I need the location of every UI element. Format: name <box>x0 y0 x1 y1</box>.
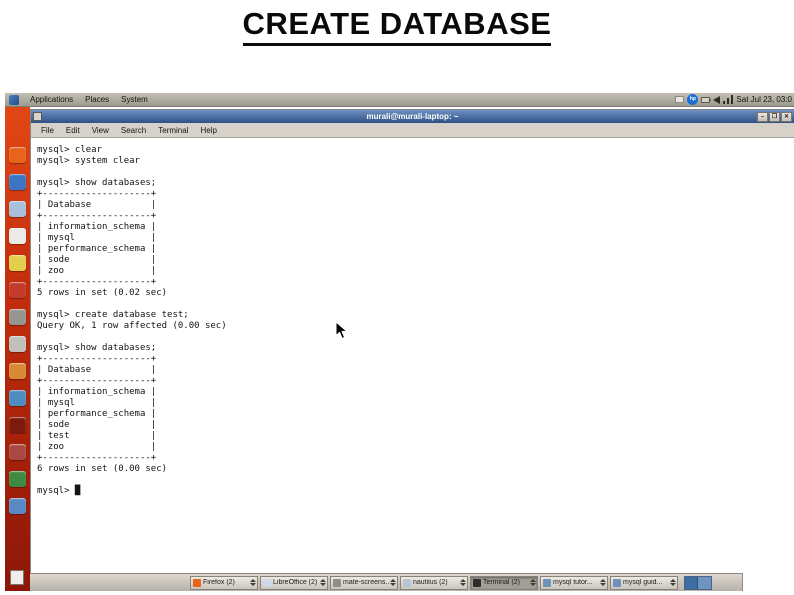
menu-system[interactable]: System <box>115 95 154 104</box>
taskbar-button-mysql-guide[interactable]: mysql guid... <box>610 575 678 590</box>
taskbar-label: mate-screens... <box>343 579 389 586</box>
media-player-icon[interactable] <box>9 282 26 298</box>
battery-icon[interactable] <box>701 96 712 103</box>
terminal-output: mysql> clear mysql> system clear mysql> … <box>37 145 227 496</box>
desktop-dock <box>5 107 30 591</box>
terminal-task-icon <box>473 578 481 587</box>
computer-icon[interactable] <box>9 309 26 325</box>
maximize-button[interactable]: ❐ <box>769 111 780 122</box>
terminal-menubar: File Edit View Search Terminal Help <box>31 123 794 138</box>
network-signal-icon[interactable] <box>723 95 734 104</box>
screenshot-task-icon <box>333 578 341 587</box>
terminal-app-icon[interactable] <box>9 471 26 487</box>
menu-help[interactable]: Help <box>194 126 222 135</box>
edit-note-icon[interactable] <box>9 255 26 271</box>
taskbar-button-terminal[interactable]: Terminal (2) <box>470 575 538 590</box>
close-button[interactable]: ✕ <box>781 111 792 122</box>
text-editor-icon[interactable] <box>9 498 26 514</box>
system-tray: hp Sat Jul 23, 03:0 <box>675 94 794 105</box>
page-title: CREATE DATABASE <box>0 6 794 46</box>
menu-applications[interactable]: Applications <box>24 95 79 104</box>
menu-search[interactable]: Search <box>115 126 152 135</box>
menu-edit[interactable]: Edit <box>60 126 86 135</box>
minimize-button[interactable]: – <box>757 111 768 122</box>
taskbar-button-nautilus[interactable]: nautilus (2) <box>400 575 468 590</box>
window-list: Firefox (2) LibreOffice (2) mate-screens… <box>190 575 680 590</box>
desktop-file-icon[interactable] <box>10 570 24 585</box>
window-group-arrows-icon[interactable] <box>670 579 676 586</box>
calculator-icon[interactable] <box>9 336 26 352</box>
titlebar[interactable]: murali@murali-laptop: ~ – ❐ ✕ <box>31 110 794 123</box>
document-icon[interactable] <box>9 228 26 244</box>
window-icon <box>33 112 42 121</box>
distro-logo-icon[interactable] <box>9 94 19 105</box>
window-group-arrows-icon[interactable] <box>600 579 606 586</box>
taskbar-button-screenshot[interactable]: mate-screens... <box>330 575 398 590</box>
window-title: murali@murali-laptop: ~ <box>366 112 459 121</box>
hp-logo-icon[interactable]: hp <box>687 94 699 105</box>
menu-file[interactable]: File <box>35 126 60 135</box>
window-group-arrows-icon[interactable] <box>250 579 256 586</box>
taskbar-label: Terminal (2) <box>483 579 520 586</box>
taskbar-label: Firefox (2) <box>203 579 235 586</box>
taskbar: Firefox (2) LibreOffice (2) mate-screens… <box>30 573 743 591</box>
slide-title-text: CREATE DATABASE <box>242 6 552 46</box>
workspace-switcher <box>684 575 712 590</box>
window-group-arrows-icon[interactable] <box>320 579 326 586</box>
window-group-arrows-icon[interactable] <box>460 579 466 586</box>
folder-icon[interactable] <box>9 363 26 379</box>
volume-icon[interactable] <box>713 95 721 104</box>
libreoffice-task-icon <box>263 578 271 587</box>
terminal-window: murali@murali-laptop: ~ – ❐ ✕ File Edit … <box>30 109 794 591</box>
dc-app-icon[interactable] <box>9 417 26 433</box>
top-panel: Applications Places System hp Sat Jul 23… <box>5 93 794 107</box>
workspace-1[interactable] <box>685 576 698 589</box>
window-group-arrows-icon[interactable] <box>530 579 536 586</box>
menu-places[interactable]: Places <box>79 95 115 104</box>
taskbar-label: LibreOffice (2) <box>273 579 318 586</box>
mysql-doc-task-icon <box>543 578 551 587</box>
window-controls: – ❐ ✕ <box>757 111 794 122</box>
clock[interactable]: Sat Jul 23, 03:0 <box>736 95 792 104</box>
mouse-cursor <box>335 321 348 340</box>
taskbar-label: mysql guid... <box>623 579 663 586</box>
taskbar-label: mysql tutor... <box>553 579 593 586</box>
mysql-doc-task-icon <box>613 578 621 587</box>
nautilus-task-icon <box>403 578 411 587</box>
menu-view[interactable]: View <box>86 126 115 135</box>
firefox-icon[interactable] <box>9 147 26 163</box>
window-group-arrows-icon[interactable] <box>390 579 396 586</box>
workspace-2[interactable] <box>698 576 711 589</box>
taskbar-button-firefox[interactable]: Firefox (2) <box>190 575 258 590</box>
web-globe-icon[interactable] <box>9 174 26 190</box>
taskbar-button-libreoffice[interactable]: LibreOffice (2) <box>260 575 328 590</box>
menu-terminal[interactable]: Terminal <box>152 126 194 135</box>
terminal-screen[interactable]: mysql> clear mysql> system clear mysql> … <box>31 138 794 591</box>
firefox-task-icon <box>193 578 201 587</box>
photos-icon[interactable] <box>9 444 26 460</box>
desktop-screenshot: Applications Places System hp Sat Jul 23… <box>5 93 794 591</box>
email-icon[interactable] <box>9 201 26 217</box>
suite-icon[interactable] <box>9 390 26 406</box>
taskbar-button-mysql-tutorial[interactable]: mysql tutor... <box>540 575 608 590</box>
mail-icon[interactable] <box>675 96 685 103</box>
taskbar-label: nautilus (2) <box>413 579 448 586</box>
